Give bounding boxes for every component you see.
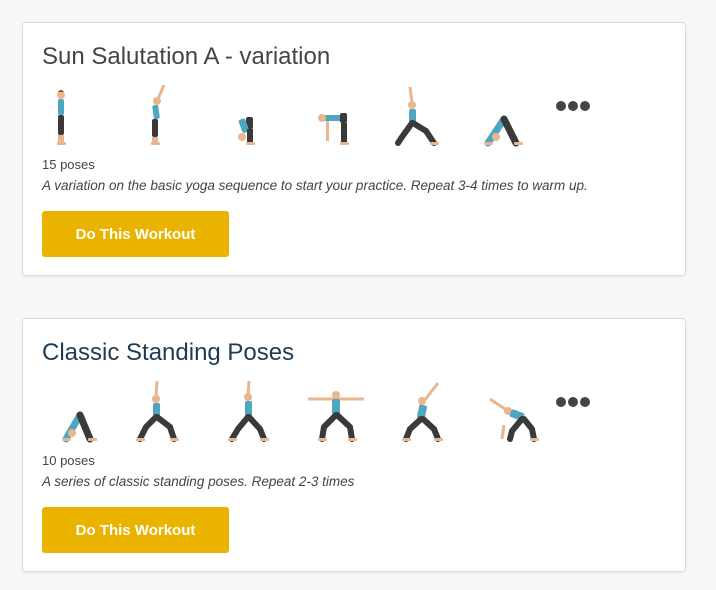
workout-title[interactable]: Classic Standing Poses <box>42 339 294 367</box>
pose-count: 15 poses <box>42 157 95 172</box>
chair-pose-icon <box>394 85 454 151</box>
pose-count: 10 poses <box>42 453 95 468</box>
warrior-one-icon <box>218 381 278 447</box>
do-this-workout-button[interactable]: Do This Workout <box>42 211 229 257</box>
workout-card-classic-standing: Classic Standing Poses 10 poses A series… <box>22 318 686 572</box>
mountain-pose-icon <box>42 85 102 151</box>
forward-fold-icon <box>218 85 278 151</box>
reverse-warrior-icon <box>394 381 454 447</box>
pose-sequence[interactable] <box>42 381 602 447</box>
workout-description: A variation on the basic yoga sequence t… <box>42 178 588 193</box>
downward-dog-icon <box>482 85 542 151</box>
more-poses-icon[interactable] <box>556 99 590 113</box>
half-lift-icon <box>306 85 366 151</box>
upward-salute-icon <box>130 85 190 151</box>
warrior-two-icon <box>306 381 366 447</box>
extended-side-angle-icon <box>482 381 542 447</box>
crescent-lunge-icon <box>130 381 190 447</box>
more-poses-icon[interactable] <box>556 395 590 409</box>
workout-card-sun-salutation: Sun Salutation A - variation 15 poses A … <box>22 22 686 276</box>
pose-sequence[interactable] <box>42 85 602 151</box>
workout-description: A series of classic standing poses. Repe… <box>42 474 355 489</box>
do-this-workout-button[interactable]: Do This Workout <box>42 507 229 553</box>
downward-dog-icon <box>42 381 102 447</box>
workout-title[interactable]: Sun Salutation A - variation <box>42 43 330 71</box>
